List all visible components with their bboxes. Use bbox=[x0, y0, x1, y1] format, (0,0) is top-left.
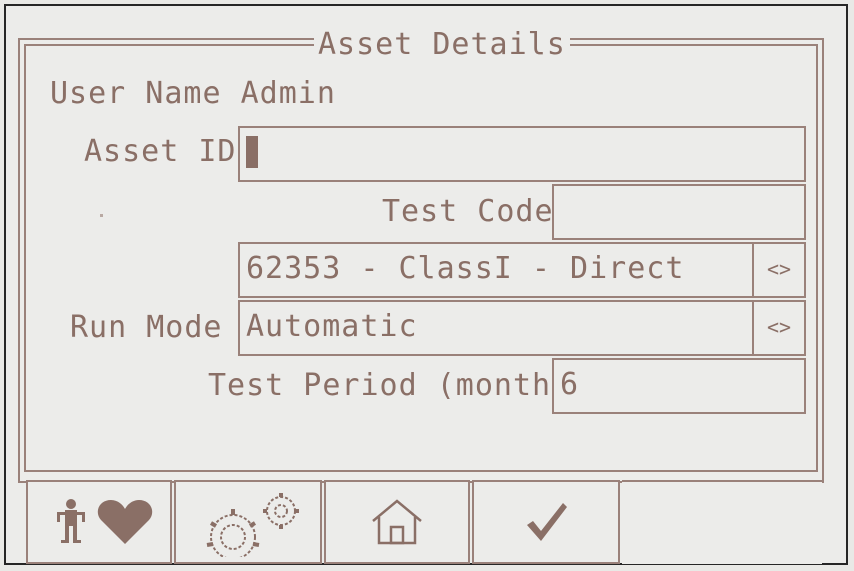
user-name-label-text: User Name bbox=[50, 76, 222, 111]
test-code-input[interactable] bbox=[552, 184, 806, 240]
patient-heart-icon bbox=[57, 499, 153, 544]
user-name-value: Admin bbox=[240, 76, 336, 111]
standard-spinner-button[interactable]: <> bbox=[752, 242, 806, 298]
run-mode-select[interactable]: Automatic bbox=[238, 300, 754, 356]
run-mode-spinner-button[interactable]: <> bbox=[752, 300, 806, 356]
asset-id-input[interactable] bbox=[238, 126, 806, 182]
screen-speck bbox=[100, 214, 103, 217]
asset-id-label: Asset ID bbox=[84, 134, 237, 169]
test-period-label: Test Period (months) bbox=[208, 368, 590, 403]
run-mode-label: Run Mode bbox=[70, 310, 223, 345]
text-cursor bbox=[246, 135, 258, 168]
checkmark-icon bbox=[527, 503, 567, 541]
home-button[interactable] bbox=[324, 480, 470, 564]
settings-gears-icon bbox=[206, 493, 299, 557]
patient-heart-button[interactable] bbox=[26, 480, 172, 564]
test-period-value: 6 bbox=[560, 367, 580, 402]
dialog-title: Asset Details bbox=[314, 28, 570, 62]
settings-button[interactable] bbox=[174, 480, 322, 564]
standard-select-value: 62353 - ClassI - Direct bbox=[246, 251, 685, 286]
toolbar-empty-slot bbox=[622, 480, 822, 564]
test-code-label: Test Code bbox=[382, 194, 554, 229]
standard-select[interactable]: 62353 - ClassI - Direct bbox=[238, 242, 754, 298]
run-mode-value: Automatic bbox=[246, 309, 418, 344]
test-period-input[interactable]: 6 bbox=[552, 358, 806, 414]
home-icon bbox=[372, 499, 422, 545]
confirm-button[interactable] bbox=[472, 480, 620, 564]
user-name-label: User Name Admin bbox=[50, 76, 336, 112]
